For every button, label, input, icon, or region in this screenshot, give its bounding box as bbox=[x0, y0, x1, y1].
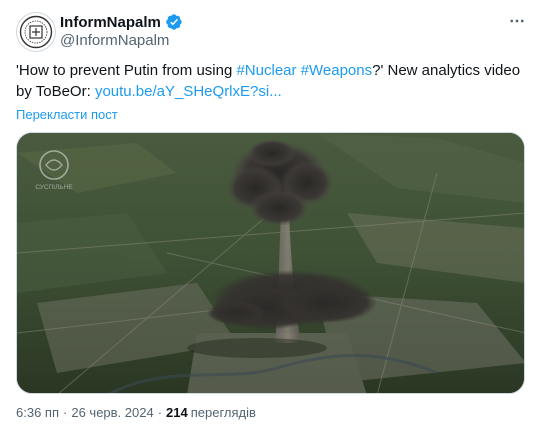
tweet-meta: 6:36 пп · 26 черв. 2024 · 214 переглядів bbox=[16, 405, 256, 420]
views-label: переглядів bbox=[190, 405, 256, 420]
informnapalm-logo-icon bbox=[19, 15, 53, 49]
post-date[interactable]: 26 черв. 2024 bbox=[71, 405, 153, 420]
video-link[interactable]: youtu.be/aY_SHeQrlxE?si... bbox=[95, 83, 282, 100]
hashtag-weapons[interactable]: #Weapons bbox=[301, 62, 372, 79]
author-name-row: InformNapalm bbox=[60, 12, 183, 32]
more-options-icon[interactable] bbox=[506, 10, 528, 32]
meta-separator: · bbox=[63, 405, 68, 420]
meta-separator: · bbox=[157, 405, 163, 420]
tweet-text: 'How to prevent Putin from using #Nuclea… bbox=[16, 60, 526, 102]
author-handle[interactable]: @InformNapalm bbox=[60, 32, 169, 49]
post-time[interactable]: 6:36 пп bbox=[16, 405, 59, 420]
hashtag-nuclear[interactable]: #Nuclear bbox=[236, 62, 296, 79]
tweet-media-image[interactable]: СУСПІЛЬНЕ bbox=[16, 132, 525, 394]
nuclear-explosion-aerial-image bbox=[17, 133, 524, 393]
avatar[interactable] bbox=[16, 12, 56, 52]
views-count: 214 bbox=[166, 405, 188, 420]
tweet-text-part: 'How to prevent Putin from using bbox=[16, 62, 237, 79]
display-name[interactable]: InformNapalm bbox=[60, 14, 161, 31]
verified-badge-icon bbox=[165, 13, 183, 31]
tweet: InformNapalm @InformNapalm 'How to preve… bbox=[0, 0, 542, 432]
suspilne-watermark-logo: СУСПІЛЬНЕ bbox=[33, 147, 75, 193]
watermark-text: СУСПІЛЬНЕ bbox=[35, 184, 73, 191]
translate-post-link[interactable]: Перекласти пост bbox=[16, 107, 118, 122]
